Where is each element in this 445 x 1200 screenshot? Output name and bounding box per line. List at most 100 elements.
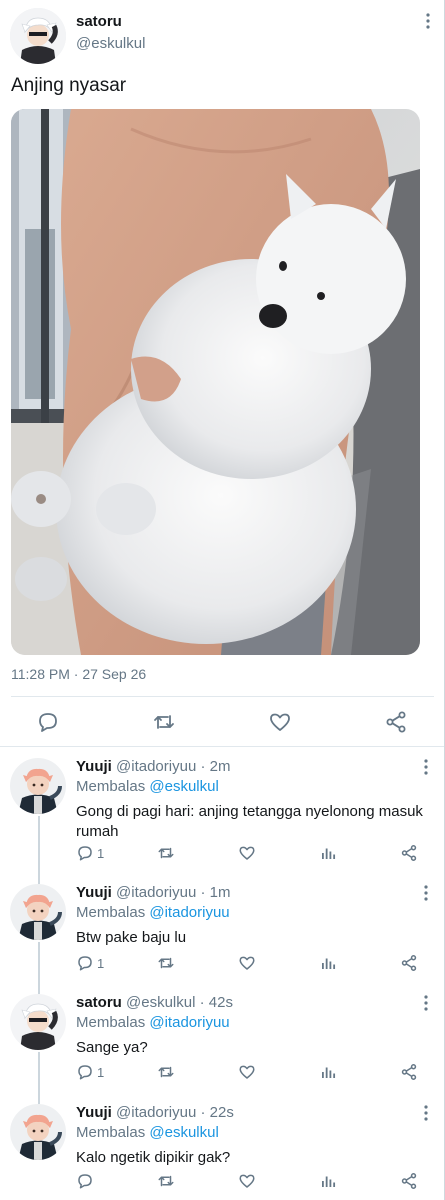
reply-header: Yuuji @itadoriyuu · 1m <box>76 884 230 901</box>
like-icon <box>239 846 255 860</box>
user-handle[interactable]: @eskulkul <box>76 35 145 52</box>
display-name[interactable]: Yuuji <box>76 884 112 901</box>
more-options-icon[interactable] <box>419 12 437 30</box>
retweet-button[interactable] <box>157 954 175 974</box>
like-button[interactable] <box>238 1172 256 1192</box>
replying-prefix: Membalas <box>76 1124 146 1141</box>
share-button[interactable] <box>400 1172 418 1192</box>
share-button[interactable] <box>400 954 418 974</box>
analytics-button[interactable] <box>319 1063 337 1083</box>
reply-actions: 1 <box>0 844 445 864</box>
thread-line <box>38 822 40 884</box>
reply-button[interactable]: 1 <box>76 844 104 864</box>
reply-text: Btw pake baju lu <box>76 929 187 946</box>
avatar-pink-hair-icon <box>10 884 66 940</box>
avatar-pink-hair-icon <box>10 1104 66 1160</box>
reply-count: 1 <box>97 956 105 971</box>
reply-actions: 1 <box>0 1063 445 1083</box>
mention-link[interactable]: @eskulkul <box>149 778 218 795</box>
avatar-white-hair-icon <box>10 994 66 1050</box>
analytics-icon <box>322 1067 336 1078</box>
separator: · <box>200 758 206 775</box>
main-tweet: satoru @eskulkul Anjing nyasar 11:28 PM … <box>0 0 445 748</box>
reply-icon <box>78 1174 92 1189</box>
avatar[interactable] <box>10 1104 66 1160</box>
separator: · <box>200 1104 206 1121</box>
analytics-button[interactable] <box>319 954 337 974</box>
retweet-button[interactable] <box>157 844 175 864</box>
analytics-icon <box>322 848 336 859</box>
retweet-icon <box>158 847 174 859</box>
reply-text: Gong di pagi hari: anjing tetangga nyelo… <box>76 803 423 840</box>
tweet-text: Anjing nyasar <box>11 75 127 96</box>
user-handle[interactable]: @eskulkul <box>126 994 195 1011</box>
reply-text: Sange ya? <box>76 1039 148 1056</box>
replying-to: Membalas @eskulkul <box>76 778 219 795</box>
replying-prefix: Membalas <box>76 1014 146 1031</box>
reply-button[interactable]: 1 <box>76 954 104 974</box>
reply-item[interactable]: Yuuji @itadoriyuu · 2m Membalas @eskulku… <box>0 750 445 861</box>
display-name[interactable]: satoru <box>76 13 122 30</box>
more-options-icon[interactable] <box>417 994 435 1012</box>
like-button[interactable] <box>238 844 256 864</box>
retweet-icon <box>158 957 174 969</box>
reply-header: Yuuji @itadoriyuu · 22s <box>76 1104 234 1121</box>
display-name[interactable]: satoru <box>76 994 122 1011</box>
separator: · <box>199 994 205 1011</box>
analytics-icon <box>322 1176 336 1187</box>
retweet-icon[interactable] <box>152 710 176 734</box>
replying-prefix: Membalas <box>76 778 146 795</box>
retweet-icon <box>158 1175 174 1187</box>
avatar[interactable] <box>10 8 66 64</box>
reply-button[interactable]: 1 <box>76 1063 104 1083</box>
share-icon[interactable] <box>384 710 408 734</box>
reply-time[interactable]: 2m <box>210 758 231 775</box>
reply-item[interactable]: Yuuji @itadoriyuu · 22s Membalas @eskulk… <box>0 1092 445 1200</box>
reply-actions: 1 <box>0 954 445 974</box>
reply-header: satoru @eskulkul · 42s <box>76 994 233 1011</box>
reply-text: Kalo ngetik dipikir gak? <box>76 1149 231 1166</box>
share-icon <box>401 1064 417 1080</box>
mention-link[interactable]: @itadoriyuu <box>149 904 229 921</box>
reply-time[interactable]: 42s <box>209 994 233 1011</box>
share-button[interactable] <box>400 1063 418 1083</box>
like-icon[interactable] <box>268 710 292 734</box>
mention-link[interactable]: @itadoriyuu <box>149 1014 229 1031</box>
share-button[interactable] <box>400 844 418 864</box>
reply-button[interactable] <box>76 1172 97 1192</box>
reply-item[interactable]: satoru @eskulkul · 42s Membalas @itadori… <box>0 982 445 1096</box>
avatar[interactable] <box>10 994 66 1050</box>
retweet-button[interactable] <box>157 1063 175 1083</box>
reply-time[interactable]: 1m <box>210 884 231 901</box>
more-options-icon[interactable] <box>417 1104 435 1122</box>
more-options-icon[interactable] <box>417 758 435 776</box>
photo-samoyed-held-icon <box>11 109 420 655</box>
user-handle[interactable]: @itadoriyuu <box>116 1104 196 1121</box>
avatar[interactable] <box>10 758 66 814</box>
share-icon <box>401 955 417 971</box>
avatar[interactable] <box>10 884 66 940</box>
like-button[interactable] <box>238 1063 256 1083</box>
retweet-button[interactable] <box>157 1172 175 1192</box>
thread-line <box>38 982 40 994</box>
display-name[interactable]: Yuuji <box>76 1104 112 1121</box>
analytics-button[interactable] <box>319 1172 337 1192</box>
display-name[interactable]: Yuuji <box>76 758 112 775</box>
user-handle[interactable]: @itadoriyuu <box>116 758 196 775</box>
reply-icon[interactable] <box>36 710 60 734</box>
analytics-button[interactable] <box>319 844 337 864</box>
reply-item[interactable]: Yuuji @itadoriyuu · 1m Membalas @itadori… <box>0 822 445 986</box>
mention-link[interactable]: @eskulkul <box>149 1124 218 1141</box>
more-options-icon[interactable] <box>417 884 435 902</box>
tweet-photo[interactable] <box>11 109 420 655</box>
tweet-timestamp[interactable]: 11:28 PM · 27 Sep 26 <box>11 666 146 682</box>
like-button[interactable] <box>238 954 256 974</box>
reply-time[interactable]: 22s <box>210 1104 234 1121</box>
reply-icon <box>78 956 92 971</box>
replying-to: Membalas @eskulkul <box>76 1124 219 1141</box>
reply-count: 1 <box>97 846 105 861</box>
share-icon <box>401 845 417 861</box>
user-handle[interactable]: @itadoriyuu <box>116 884 196 901</box>
separator: · <box>200 884 206 901</box>
divider <box>0 746 445 747</box>
